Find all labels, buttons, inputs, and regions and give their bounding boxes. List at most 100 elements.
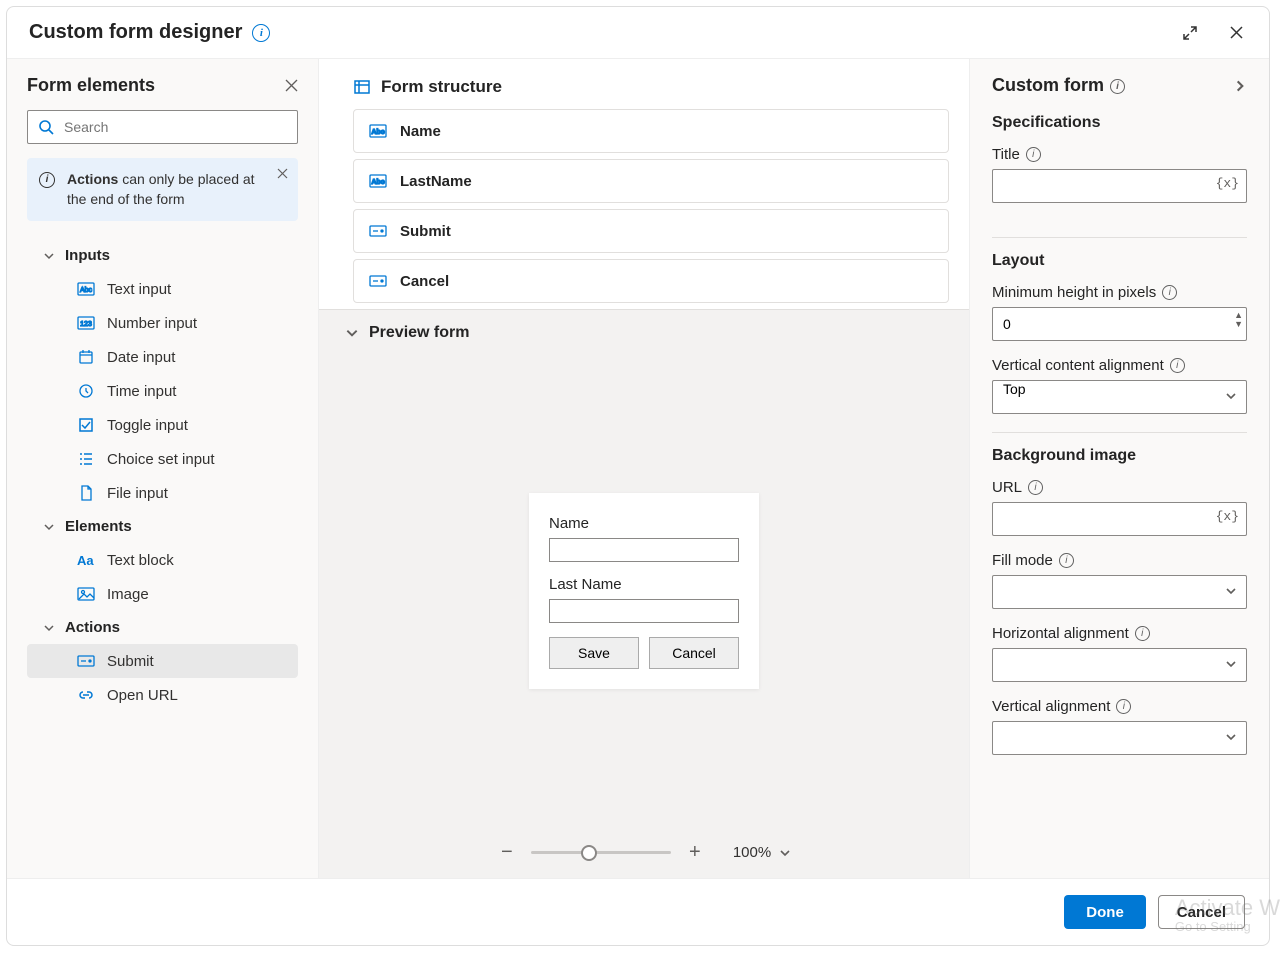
element-item[interactable]: 123Number input (27, 306, 298, 340)
url-input[interactable] (992, 502, 1247, 536)
preview-card: Name Last Name Save Cancel (529, 493, 759, 689)
svg-text:Abc: Abc (371, 179, 384, 186)
group-elements-label: Elements (65, 518, 132, 535)
valign2-select[interactable] (992, 721, 1247, 755)
info-icon[interactable]: i (1110, 79, 1125, 94)
structure-item-label: Submit (400, 223, 451, 240)
dismiss-banner-icon[interactable] (277, 168, 288, 179)
element-item[interactable]: Time input (27, 374, 298, 408)
preview-name-input[interactable] (549, 538, 739, 562)
element-item-label: Time input (107, 383, 176, 400)
chevron-down-icon[interactable] (779, 847, 791, 859)
info-icon[interactable]: i (1026, 147, 1041, 162)
title-input[interactable] (992, 169, 1247, 203)
image-icon (77, 585, 95, 603)
form-elements-panel: Form elements i Actions can only be plac… (7, 59, 319, 878)
url-label: URLi (992, 479, 1247, 496)
minheight-stepper[interactable]: ▲▼ (1234, 311, 1243, 329)
element-item-label: Toggle input (107, 417, 188, 434)
cancel-button[interactable]: Cancel (1158, 895, 1245, 929)
chevron-down-icon (43, 250, 55, 262)
preview-save-button[interactable]: Save (549, 637, 639, 669)
element-item-label: Image (107, 586, 149, 603)
layout-heading: Layout (992, 252, 1247, 270)
zoom-out-button[interactable]: − (497, 841, 517, 864)
minheight-input[interactable] (992, 307, 1247, 341)
info-icon[interactable]: i (1116, 699, 1131, 714)
info-banner-bold: Actions (67, 171, 118, 187)
footer: Done Cancel (7, 878, 1269, 945)
preview-lastname-input[interactable] (549, 599, 739, 623)
element-item[interactable]: Choice set input (27, 442, 298, 476)
info-icon[interactable]: i (1135, 626, 1150, 641)
group-inputs-label: Inputs (65, 247, 110, 264)
search-input[interactable] (27, 110, 298, 144)
minheight-label: Minimum height in pixelsi (992, 284, 1247, 301)
element-item-label: Text block (107, 552, 174, 569)
action-icon (77, 652, 95, 670)
info-icon[interactable]: i (1170, 358, 1185, 373)
element-item[interactable]: Aa Text block (27, 543, 298, 577)
info-icon[interactable]: i (1028, 480, 1043, 495)
abc-icon: Abc (77, 280, 95, 298)
preview-name-label: Name (549, 515, 739, 532)
fx-button[interactable]: {x} (1216, 176, 1239, 191)
svg-text:Aa: Aa (77, 553, 94, 567)
date-icon (77, 348, 95, 366)
valign-label: Vertical content alignmenti (992, 357, 1247, 374)
structure-item-label: Cancel (400, 273, 449, 290)
close-panel-icon[interactable] (285, 79, 298, 92)
action-icon (368, 222, 388, 240)
element-item-label: Open URL (107, 687, 178, 704)
element-item[interactable]: Submit (27, 644, 298, 678)
element-item[interactable]: Open URL (27, 678, 298, 712)
fx-button[interactable]: {x} (1216, 509, 1239, 524)
time-icon (77, 382, 95, 400)
zoom-bar: − + 100% (319, 831, 969, 878)
element-item[interactable]: Toggle input (27, 408, 298, 442)
zoom-slider[interactable] (531, 851, 671, 854)
expand-icon[interactable] (1179, 22, 1201, 44)
structure-item[interactable]: Cancel (353, 259, 949, 303)
chevron-down-icon (43, 622, 55, 634)
group-elements[interactable]: Elements (27, 510, 298, 543)
done-button[interactable]: Done (1064, 895, 1146, 929)
properties-panel: Custom formi Specifications Titlei {x} L… (969, 59, 1269, 878)
chevron-right-icon[interactable] (1233, 79, 1247, 93)
close-icon[interactable] (1225, 22, 1247, 44)
structure-item-label: LastName (400, 173, 472, 190)
fillmode-select[interactable] (992, 575, 1247, 609)
info-icon: i (39, 172, 55, 188)
structure-item-label: Name (400, 123, 441, 140)
preview-lastname-label: Last Name (549, 576, 739, 593)
valign-select[interactable]: Top (992, 380, 1247, 414)
structure-item[interactable]: Submit (353, 209, 949, 253)
element-item[interactable]: Abc Text input (27, 272, 298, 306)
element-item[interactable]: Image (27, 577, 298, 611)
zoom-value: 100% (733, 844, 771, 861)
element-item[interactable]: File input (27, 476, 298, 510)
link-icon (77, 686, 95, 704)
titlebar: Custom form designer i (7, 7, 1269, 59)
element-item-label: Text input (107, 281, 171, 298)
info-icon[interactable]: i (1162, 285, 1177, 300)
info-icon[interactable]: i (252, 24, 270, 42)
title-label: Titlei (992, 146, 1247, 163)
search-icon (37, 118, 55, 136)
element-item[interactable]: Date input (27, 340, 298, 374)
preview-cancel-button[interactable]: Cancel (649, 637, 739, 669)
group-actions[interactable]: Actions (27, 611, 298, 644)
structure-item[interactable]: Abc Name (353, 109, 949, 153)
chevron-down-icon[interactable] (345, 326, 359, 340)
zoom-in-button[interactable]: + (685, 841, 705, 864)
element-item-label: Number input (107, 315, 197, 332)
abc-icon: Abc (368, 122, 388, 140)
halign-select[interactable] (992, 648, 1247, 682)
choice-icon (77, 450, 95, 468)
info-banner: i Actions can only be placed at the end … (27, 158, 298, 221)
info-icon[interactable]: i (1059, 553, 1074, 568)
structure-item[interactable]: Abc LastName (353, 159, 949, 203)
group-inputs[interactable]: Inputs (27, 239, 298, 272)
toggle-icon (77, 416, 95, 434)
chevron-down-icon (43, 521, 55, 533)
